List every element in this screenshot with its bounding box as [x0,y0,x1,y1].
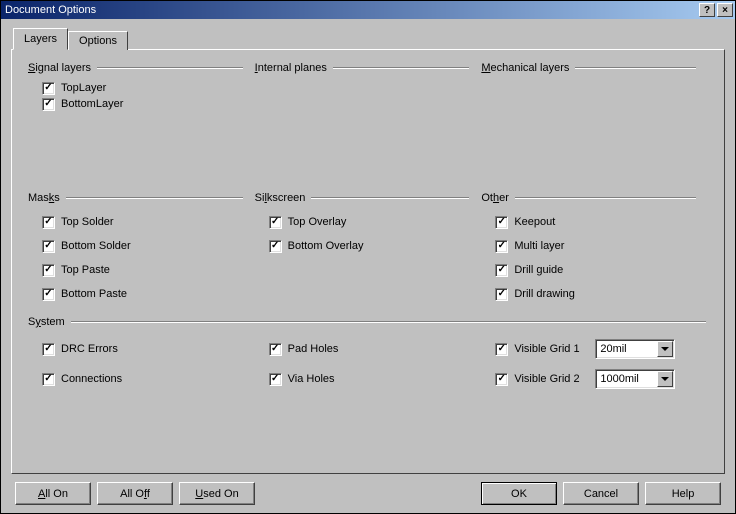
checkbox-drill-guide[interactable] [495,264,508,277]
titlebar-text: Document Options [5,4,697,16]
checkbox-toplayer-row: TopLayer [28,80,255,96]
help-button[interactable]: Help [645,482,721,505]
group-other: Other [481,192,708,204]
group-system: System [28,316,708,328]
checkbox-multi-layer[interactable] [495,240,508,253]
group-signal-layers: Signal layers [28,62,255,74]
label-top-paste: Top Paste [61,264,110,276]
help-icon[interactable]: ? [699,3,715,17]
tab-layers[interactable]: Layers [13,28,68,50]
checkbox-toplayer[interactable] [42,82,55,95]
checkbox-visible-grid-1[interactable] [495,343,508,356]
tabstrip: Layers Options [11,29,725,50]
label-connections: Connections [61,373,122,385]
checkbox-drill-drawing[interactable] [495,288,508,301]
label-drill-drawing: Drill drawing [514,288,575,300]
label-keepout: Keepout [514,216,555,228]
label-visible-grid-1: Visible Grid 1 [514,343,579,355]
tabpanel-layers: Signal layers TopLayer BottomLayer Inter… [11,49,725,474]
combo-visible-grid-1[interactable]: 20mil [595,339,675,359]
checkbox-visible-grid-2[interactable] [495,373,508,386]
checkbox-via-holes[interactable] [269,373,282,386]
document-options-dialog: Document Options ? × Layers Options Sign… [0,0,736,514]
label-multi-layer: Multi layer [514,240,564,252]
all-off-button[interactable]: All Off [97,482,173,505]
close-icon[interactable]: × [717,3,733,17]
checkbox-top-solder[interactable] [42,216,55,229]
combo-visible-grid-2[interactable]: 1000mil [595,369,675,389]
checkbox-bottom-solder[interactable] [42,240,55,253]
label-via-holes: Via Holes [288,373,335,385]
checkbox-bottomlayer-row: BottomLayer [28,96,255,112]
checkbox-bottom-paste[interactable] [42,288,55,301]
label-bottomlayer: BottomLayer [61,98,123,110]
checkbox-top-overlay[interactable] [269,216,282,229]
tab-options[interactable]: Options [68,31,128,50]
group-internal-planes: Internal planes [255,62,482,74]
group-mechanical-layers: Mechanical layers [481,62,708,74]
checkbox-top-paste[interactable] [42,264,55,277]
label-bottom-paste: Bottom Paste [61,288,127,300]
all-on-button[interactable]: All On [15,482,91,505]
ok-button[interactable]: OK [481,482,557,505]
client-area: Layers Options Signal layers TopLayer Bo… [1,19,735,513]
label-visible-grid-2: Visible Grid 2 [514,373,579,385]
button-row: All On All Off Used On OK Cancel Help [11,474,725,505]
checkbox-pad-holes[interactable] [269,343,282,356]
label-bottom-solder: Bottom Solder [61,240,131,252]
checkbox-bottomlayer[interactable] [42,98,55,111]
checkbox-bottom-overlay[interactable] [269,240,282,253]
chevron-down-icon[interactable] [657,341,673,357]
label-top-solder: Top Solder [61,216,114,228]
label-drc-errors: DRC Errors [61,343,118,355]
checkbox-keepout[interactable] [495,216,508,229]
checkbox-connections[interactable] [42,373,55,386]
label-pad-holes: Pad Holes [288,343,339,355]
used-on-button[interactable]: Used On [179,482,255,505]
group-masks: Masks [28,192,255,204]
label-bottom-overlay: Bottom Overlay [288,240,364,252]
chevron-down-icon[interactable] [657,371,673,387]
cancel-button[interactable]: Cancel [563,482,639,505]
label-toplayer: TopLayer [61,82,106,94]
checkbox-drc-errors[interactable] [42,343,55,356]
label-top-overlay: Top Overlay [288,216,347,228]
titlebar: Document Options ? × [1,1,735,19]
label-drill-guide: Drill guide [514,264,563,276]
group-silkscreen: Silkscreen [255,192,482,204]
